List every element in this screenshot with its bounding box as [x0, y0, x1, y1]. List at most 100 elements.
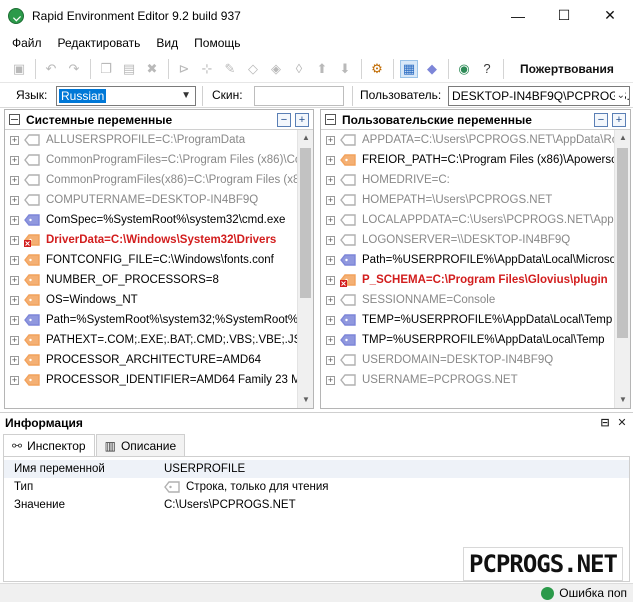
- variable-row[interactable]: + FREIOR_PATH=C:\Program Files (x86)\Apow…: [321, 150, 630, 170]
- close-icon[interactable]: ✕: [615, 416, 629, 430]
- add-variable-icon[interactable]: ⊳: [175, 60, 193, 78]
- variable-row[interactable]: + LOCALAPPDATA=C:\Users\PCPROGS.NET\AppDa…: [321, 210, 630, 230]
- variable-row[interactable]: + PATHEXT=.COM;.EXE;.BAT;.CMD;.VBS;.VBE;.…: [5, 330, 313, 350]
- collapse-icon[interactable]: [9, 114, 20, 125]
- expand-icon[interactable]: +: [10, 315, 19, 325]
- variable-row[interactable]: + NUMBER_OF_PROCESSORS=8: [5, 270, 313, 290]
- expand-icon[interactable]: +: [10, 355, 19, 365]
- variable-row[interactable]: + HOMEPATH=\Users\PCPROGS.NET: [321, 190, 630, 210]
- inspector-row-name[interactable]: Имя переменной USERPROFILE: [4, 460, 629, 478]
- undo-icon[interactable]: ↶: [42, 60, 60, 78]
- expand-icon[interactable]: +: [10, 335, 19, 345]
- expand-icon[interactable]: +: [10, 175, 19, 185]
- expand-icon[interactable]: +: [10, 235, 19, 245]
- menu-file[interactable]: Файл: [4, 36, 50, 50]
- expand-icon[interactable]: +: [10, 215, 19, 225]
- variable-row[interactable]: + USERDOMAIN=DESKTOP-IN4BF9Q: [321, 350, 630, 370]
- scroll-up-icon[interactable]: ▲: [298, 130, 313, 146]
- variable-row[interactable]: + Path=%USERPROFILE%\AppData\Local\Micros…: [321, 250, 630, 270]
- minimize-button[interactable]: —: [495, 0, 541, 31]
- user-scrollbar[interactable]: ▲ ▼: [614, 130, 630, 408]
- expand-icon[interactable]: +: [326, 355, 335, 365]
- tag-outline-icon[interactable]: ◊: [290, 60, 308, 78]
- expand-icon[interactable]: +: [10, 275, 19, 285]
- expand-icon[interactable]: +: [10, 195, 19, 205]
- variable-row[interactable]: + LOGONSERVER=\\DESKTOP-IN4BF9Q: [321, 230, 630, 250]
- language-select[interactable]: Russian ▼: [56, 86, 196, 106]
- variable-row[interactable]: + P_SCHEMA=C:\Program Files\Glovius\plugi…: [321, 270, 630, 290]
- menu-help[interactable]: Помощь: [186, 36, 248, 50]
- add-value-icon[interactable]: ⊹: [198, 60, 216, 78]
- system-scrollbar[interactable]: ▲ ▼: [297, 130, 313, 408]
- variable-row[interactable]: + Path=%SystemRoot%\system32;%SystemRoot%…: [5, 310, 313, 330]
- variable-row[interactable]: + USERNAME=PCPROGS.NET: [321, 370, 630, 390]
- variable-row[interactable]: + TEMP=%USERPROFILE%\AppData\Local\Temp: [321, 310, 630, 330]
- window-view-icon[interactable]: ▦: [400, 59, 418, 78]
- close-button[interactable]: ✕: [587, 0, 633, 31]
- variable-row[interactable]: + CommonProgramFiles=C:\Program Files (x8…: [5, 150, 313, 170]
- tag-remove-icon[interactable]: ◈: [267, 60, 285, 78]
- expand-icon[interactable]: +: [10, 135, 19, 145]
- maximize-button[interactable]: ☐: [541, 0, 587, 31]
- variable-row[interactable]: + ALLUSERSPROFILE=C:\ProgramData: [5, 130, 313, 150]
- move-down-icon[interactable]: ⬇: [336, 60, 354, 78]
- scroll-down-icon[interactable]: ▼: [615, 392, 630, 408]
- collapse-all-button[interactable]: −: [277, 113, 291, 127]
- expand-icon[interactable]: +: [326, 295, 335, 305]
- variable-row[interactable]: + OS=Windows_NT: [5, 290, 313, 310]
- variable-row[interactable]: + APPDATA=C:\Users\PCPROGS.NET\AppData\Ro…: [321, 130, 630, 150]
- settings-gear-icon[interactable]: ⚙: [368, 60, 386, 78]
- copy-icon[interactable]: ❐: [97, 60, 115, 78]
- scroll-up-icon[interactable]: ▲: [615, 130, 630, 146]
- edit-icon[interactable]: ✎: [221, 60, 239, 78]
- scroll-thumb[interactable]: [617, 148, 628, 338]
- tag-icon[interactable]: ◇: [244, 60, 262, 78]
- variable-row[interactable]: + FONTCONFIG_FILE=C:\Windows\fonts.conf: [5, 250, 313, 270]
- variable-row[interactable]: + DriverData=C:\Windows\System32\Drivers: [5, 230, 313, 250]
- tab-description[interactable]: ▥ Описание: [95, 434, 186, 456]
- skin-select[interactable]: [254, 86, 344, 106]
- variable-row[interactable]: + HOMEDRIVE=C:: [321, 170, 630, 190]
- donate-button[interactable]: Пожертвования: [514, 62, 620, 76]
- expand-icon[interactable]: +: [10, 295, 19, 305]
- status-errors[interactable]: Ошибка поп: [541, 586, 627, 600]
- user-select[interactable]: DESKTOP-IN4BF9Q\PCPROGS.NET ⌄: [448, 86, 630, 106]
- expand-icon[interactable]: +: [10, 155, 19, 165]
- inspector-row-value[interactable]: Значение C:\Users\PCPROGS.NET: [4, 496, 629, 514]
- expand-icon[interactable]: +: [326, 255, 335, 265]
- tag-filter-icon[interactable]: ◆: [423, 60, 441, 78]
- collapse-icon[interactable]: [325, 114, 336, 125]
- scroll-thumb[interactable]: [300, 148, 311, 298]
- expand-icon[interactable]: +: [10, 255, 19, 265]
- variable-row[interactable]: + COMPUTERNAME=DESKTOP-IN4BF9Q: [5, 190, 313, 210]
- menu-edit[interactable]: Редактировать: [50, 36, 149, 50]
- web-globe-icon[interactable]: ◉: [455, 60, 473, 78]
- move-up-icon[interactable]: ⬆: [313, 60, 331, 78]
- expand-all-button[interactable]: +: [295, 113, 309, 127]
- help-icon[interactable]: ?: [478, 60, 496, 78]
- redo-icon[interactable]: ↷: [65, 60, 83, 78]
- menu-view[interactable]: Вид: [148, 36, 186, 50]
- expand-icon[interactable]: +: [326, 195, 335, 205]
- variable-row[interactable]: + PROCESSOR_IDENTIFIER=AMD64 Family 23 Mo…: [5, 370, 313, 390]
- expand-icon[interactable]: +: [326, 175, 335, 185]
- expand-icon[interactable]: +: [326, 335, 335, 345]
- variable-row[interactable]: + SESSIONNAME=Console: [321, 290, 630, 310]
- variable-row[interactable]: + ComSpec=%SystemRoot%\system32\cmd.exe: [5, 210, 313, 230]
- expand-icon[interactable]: +: [326, 215, 335, 225]
- expand-icon[interactable]: +: [326, 315, 335, 325]
- expand-all-button[interactable]: +: [612, 113, 626, 127]
- pin-icon[interactable]: ⊟: [598, 416, 612, 430]
- variable-row[interactable]: + PROCESSOR_ARCHITECTURE=AMD64: [5, 350, 313, 370]
- variable-row[interactable]: + CommonProgramFiles(x86)=C:\Program File…: [5, 170, 313, 190]
- expand-icon[interactable]: +: [10, 375, 19, 385]
- delete-icon[interactable]: ✖: [143, 60, 161, 78]
- collapse-all-button[interactable]: −: [594, 113, 608, 127]
- save-icon[interactable]: ▣: [10, 60, 28, 78]
- variable-row[interactable]: + TMP=%USERPROFILE%\AppData\Local\Temp: [321, 330, 630, 350]
- paste-icon[interactable]: ▤: [120, 60, 138, 78]
- expand-icon[interactable]: +: [326, 235, 335, 245]
- tab-inspector[interactable]: ⚯ Инспектор: [3, 434, 95, 456]
- expand-icon[interactable]: +: [326, 275, 335, 285]
- inspector-row-type[interactable]: Тип Строка, только для чтения: [4, 478, 629, 496]
